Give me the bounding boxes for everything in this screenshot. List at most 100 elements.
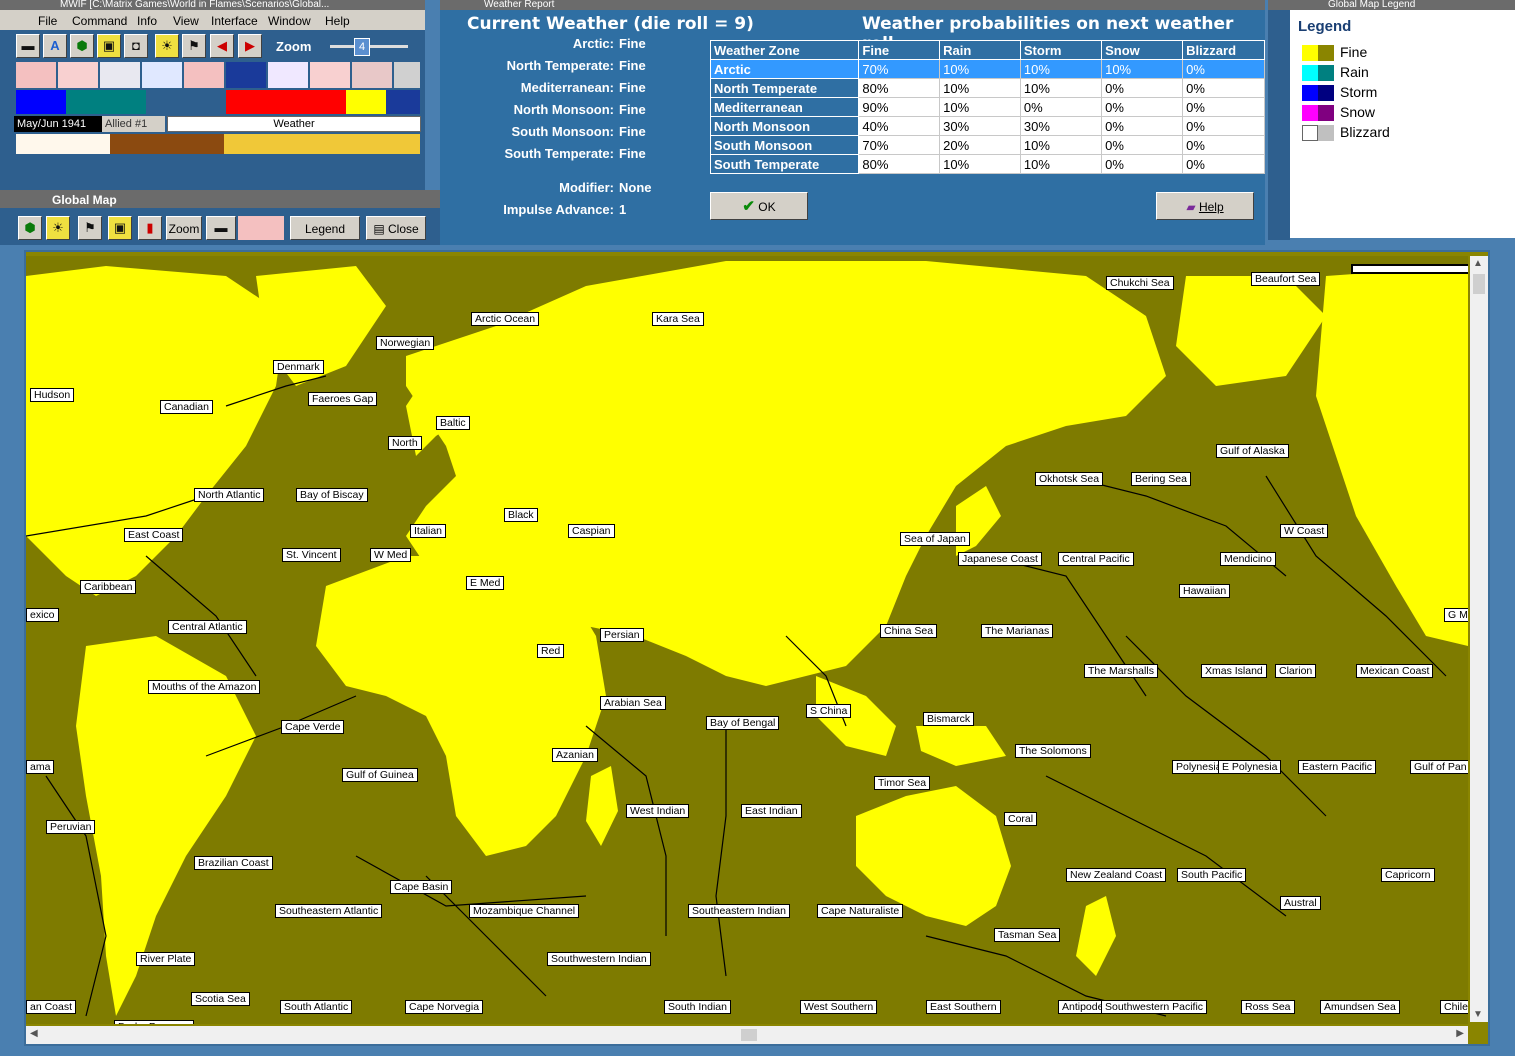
sea-zone-label[interactable]: Bismarck — [923, 712, 975, 726]
sea-zone-label[interactable]: Okhotsk Sea — [1035, 472, 1104, 486]
flag-japan[interactable] — [100, 62, 140, 88]
sea-zone-label[interactable]: Cape Basin — [390, 880, 453, 894]
sea-zone-label[interactable]: New Zealand Coast — [1066, 868, 1167, 882]
sea-zone-label[interactable]: Coral — [1004, 812, 1038, 826]
sea-zone-label[interactable]: Mozambique Channel — [469, 904, 580, 918]
thermometer-icon[interactable]: ▮ — [138, 216, 162, 240]
sea-zone-label[interactable]: Peruvian — [46, 820, 96, 834]
sea-zone-label[interactable]: Gulf of Alaska — [1216, 444, 1289, 458]
sea-zone-label[interactable]: Timor Sea — [874, 776, 931, 790]
sea-zone-label[interactable]: Japanese Coast — [958, 552, 1042, 566]
sea-zone-label[interactable]: Caspian — [568, 524, 615, 538]
flag-china[interactable] — [238, 216, 284, 240]
scroll-thumb-horizontal[interactable] — [741, 1029, 757, 1041]
sea-zone-label[interactable]: ama — [26, 760, 55, 774]
sea-zone-label[interactable]: Scotia Sea — [191, 992, 250, 1006]
sea-zone-label[interactable]: Chile — [1440, 1000, 1468, 1014]
sea-zone-label[interactable]: exico — [26, 608, 59, 622]
scroll-up-icon[interactable]: ▲ — [1473, 258, 1483, 269]
sea-zone-label[interactable]: Southwestern Indian — [547, 952, 651, 966]
sea-zone-label[interactable]: Bay of Bengal — [706, 716, 780, 730]
fortress-icon[interactable]: ▣ — [97, 34, 121, 58]
sea-zone-label[interactable]: Sea of Japan — [900, 532, 970, 546]
sea-zone-label[interactable]: The Marshalls — [1084, 664, 1158, 678]
sea-zone-label[interactable]: St. Vincent — [282, 548, 341, 562]
table-header-cell[interactable]: Storm — [1019, 40, 1103, 60]
sea-zone-label[interactable]: Baltic — [436, 416, 470, 430]
table-row[interactable]: North Temperate 80% 10% 10% 0% 0% — [709, 78, 1265, 98]
legend-button[interactable]: Legend — [290, 216, 360, 240]
sea-zone-label[interactable]: Austral — [1280, 896, 1321, 910]
sea-zone-label[interactable]: South Pacific — [1177, 868, 1247, 882]
ok-button[interactable]: ✔ OK — [710, 192, 808, 220]
table-row[interactable]: North Monsoon 40% 30% 30% 0% 0% — [709, 116, 1265, 136]
air-icon[interactable]: A — [43, 34, 67, 58]
sea-zone-label[interactable]: Capricorn — [1381, 868, 1435, 882]
sea-zone-label[interactable]: W Coast — [1280, 524, 1329, 538]
sea-zone-label[interactable]: Norwegian — [376, 336, 435, 350]
flag-other[interactable] — [394, 62, 420, 88]
world-map[interactable]: Chukchi Sea Beaufort Sea Arctic Ocean Kara … — [26, 256, 1468, 1024]
sea-zone-label[interactable]: Beaufort Sea — [1251, 272, 1321, 286]
flag-italy[interactable] — [142, 62, 182, 88]
sea-zone-label[interactable]: River Plate — [136, 952, 196, 966]
sea-zone-label[interactable]: Caribbean — [80, 580, 137, 594]
weather-icon[interactable]: ☀ — [155, 34, 179, 58]
flag-uk[interactable] — [226, 62, 266, 88]
sea-zone-label[interactable]: Xmas Island — [1201, 664, 1267, 678]
sea-zone-label[interactable]: Southwestern Pacific — [1101, 1000, 1208, 1014]
sea-zone-label[interactable]: Kara Sea — [652, 312, 704, 326]
sea-zone-label[interactable]: Persian — [600, 628, 644, 642]
flag-swiss[interactable] — [58, 62, 98, 88]
flag-china[interactable] — [184, 62, 224, 88]
table-header-cell[interactable]: Blizzard — [1182, 40, 1265, 60]
sea-zone-label[interactable]: Ross Sea — [1241, 1000, 1295, 1014]
weather-icon[interactable]: ☀ — [46, 216, 70, 240]
table-row[interactable]: South Temperate 80% 10% 10% 0% 0% — [709, 154, 1265, 174]
sea-zone-label[interactable]: E Med — [466, 576, 505, 590]
sea-zone-label[interactable]: Amundsen Sea — [1320, 1000, 1400, 1014]
sea-zone-label[interactable]: South Indian — [664, 1000, 731, 1014]
sea-zone-label[interactable]: Mendicino — [1220, 552, 1276, 566]
hex-icon[interactable]: ⬢ — [70, 34, 94, 58]
sea-zone-label[interactable]: The Solomons — [1015, 744, 1091, 758]
sea-zone-label[interactable]: Southeastern Atlantic — [275, 904, 383, 918]
sea-zone-label[interactable]: Azanian — [552, 748, 598, 762]
menu-command[interactable]: Command — [72, 14, 127, 28]
sea-zone-label[interactable]: Faeroes Gap — [308, 392, 378, 406]
sea-zone-label[interactable]: Chukchi Sea — [1106, 276, 1174, 290]
scroll-left-icon[interactable]: ◀ — [30, 1028, 38, 1039]
zoom-slider-thumb[interactable]: 4 — [354, 38, 370, 56]
sea-zone-label[interactable]: Central Pacific — [1058, 552, 1134, 566]
flag-usa[interactable] — [310, 62, 350, 88]
sea-zone-label[interactable]: Arctic Ocean — [471, 312, 540, 326]
sea-zone-label[interactable]: West Indian — [626, 804, 690, 818]
flag-icon[interactable]: ⚑ — [78, 216, 102, 240]
sea-zone-label[interactable]: Canadian — [160, 400, 213, 414]
menu-file[interactable]: File — [38, 14, 57, 28]
help-button[interactable]: ▰ Help — [1156, 192, 1254, 220]
sea-zone-label[interactable]: Drake Passage — [114, 1020, 194, 1024]
sea-zone-label[interactable]: Mouths of the Amazon — [148, 680, 261, 694]
sea-zone-label[interactable]: G M — [1444, 608, 1468, 622]
sea-zone-label[interactable]: Cape Naturaliste — [817, 904, 904, 918]
sea-zone-label[interactable]: Bering Sea — [1131, 472, 1191, 486]
sea-zone-label[interactable]: East Southern — [926, 1000, 1001, 1014]
table-header-cell[interactable]: Weather Zone — [709, 40, 860, 60]
arrow-right-icon[interactable]: ▶ — [238, 34, 262, 58]
close-button[interactable]: ▤ Close — [366, 216, 426, 240]
table-row[interactable]: Mediterranean 90% 10% 0% 0% 0% — [709, 97, 1265, 117]
sea-zone-label[interactable]: Cape Norvegia — [405, 1000, 484, 1014]
sea-zone-label[interactable]: Gulf of Pan — [1410, 760, 1468, 774]
sea-zone-label[interactable]: West Southern — [800, 1000, 878, 1014]
sea-zone-label[interactable]: Hudson — [30, 388, 75, 402]
sea-zone-label[interactable]: Brazilian Coast — [194, 856, 273, 870]
menu-info[interactable]: Info — [137, 14, 157, 28]
flag-france[interactable] — [268, 62, 308, 88]
sea-zone-label[interactable]: S China — [806, 704, 852, 718]
flag-germany[interactable] — [16, 62, 56, 88]
sea-zone-label[interactable]: an Coast — [26, 1000, 77, 1014]
arrow-left-icon[interactable]: ◀ — [210, 34, 234, 58]
menu-view[interactable]: View — [173, 14, 199, 28]
sea-zone-label[interactable]: North — [388, 436, 422, 450]
